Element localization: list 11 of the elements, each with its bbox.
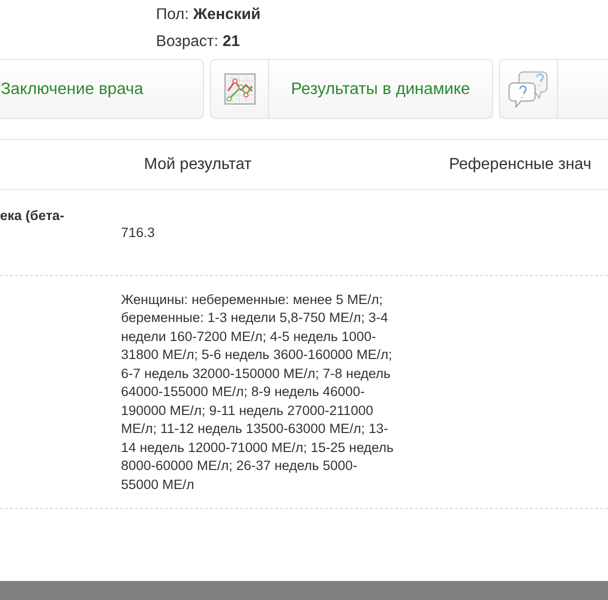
line-chart-icon [224, 73, 256, 105]
action-button[interactable] [499, 59, 608, 119]
result-value: 716.3 [121, 224, 156, 242]
patient-field: Пол: Женский [156, 1, 608, 28]
patient-field: Возраст: 21 [156, 28, 608, 55]
column-header: Референсные знач [449, 156, 592, 172]
column-header: Мой результат [144, 156, 252, 172]
action-button[interactable]: Результаты в динамике [210, 59, 494, 119]
reference-text: Женщины: небеременные: менее 5 МЕ/л; беременные: 1-3 недели 5,8-750 МЕ/л; 3-4 недели 160-7200 МЕ/л; 4-5 недель 1000-31800 МЕ/л; 5-6 недель 3600-160000 МЕ/л; 6-7 недель 32000-150000 МЕ/л; 7-8 недель 64000-155000 МЕ/л; 8-9 недель 46000-190000 МЕ/л; 9-11 недель 27000-211000 МЕ/л; 11-12 недель 13500-63000 МЕ/л; 13-14 недель 12000-71000 МЕ/л; 15-25 недель 8000-60000 МЕ/л; 26-37 недель 5000-55000 МЕ/л [121, 290, 395, 494]
test-name: ека (бета- [0, 207, 64, 225]
action-button[interactable]: Заключение врача [0, 59, 204, 119]
